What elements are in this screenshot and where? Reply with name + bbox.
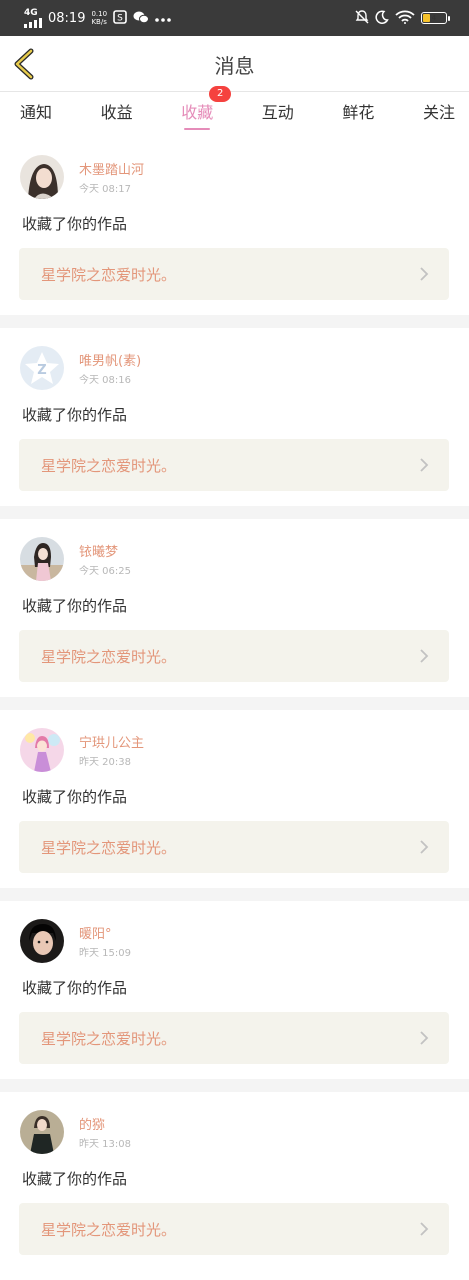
notification-item: Z 唯男帆(素) 今天 08:16 收藏了你的作品 星学院之恋爱时光。 <box>0 328 469 506</box>
action-text: 收藏了你的作品 <box>22 215 128 233</box>
user-name[interactable]: 的猕 <box>79 1114 105 1133</box>
network-type: 4G <box>24 7 38 18</box>
tab-favorites[interactable]: 收藏 2 <box>181 86 232 132</box>
battery-icon: 4 <box>421 12 450 24</box>
chevron-right-icon <box>420 1222 429 1236</box>
tab-earnings[interactable]: 收益 <box>101 92 133 132</box>
divider <box>0 1079 469 1092</box>
divider <box>0 697 469 710</box>
mute-bell-icon <box>355 9 369 27</box>
net-speed-unit: KB/s <box>91 18 107 26</box>
net-speed: 0.10 KB/s <box>91 10 107 26</box>
timestamp: 昨天 20:38 <box>79 757 131 768</box>
work-title: 星学院之恋爱时光。 <box>41 456 177 475</box>
svg-text:S: S <box>118 13 124 23</box>
work-title: 星学院之恋爱时光。 <box>41 838 177 857</box>
work-title: 星学院之恋爱时光。 <box>41 1029 177 1048</box>
avatar[interactable] <box>20 728 64 772</box>
avatar[interactable]: Z <box>20 346 64 390</box>
notification-list: 木墨踏山河 今天 08:17 收藏了你的作品 星学院之恋爱时光。 Z 唯男帆(素… <box>0 137 469 1270</box>
work-link[interactable]: 星学院之恋爱时光。 <box>19 821 449 873</box>
notification-item: 的猕 昨天 13:08 收藏了你的作品 星学院之恋爱时光。 <box>0 1092 469 1270</box>
chevron-right-icon <box>420 458 429 472</box>
app-header: 消息 <box>0 36 469 92</box>
wifi-icon <box>395 10 415 27</box>
action-text: 收藏了你的作品 <box>22 406 128 424</box>
notification-item: 铱曦梦 今天 06:25 收藏了你的作品 星学院之恋爱时光。 <box>0 519 469 697</box>
notification-item: 木墨踏山河 今天 08:17 收藏了你的作品 星学院之恋爱时光。 <box>0 137 469 315</box>
action-text: 收藏了你的作品 <box>22 788 128 806</box>
work-link[interactable]: 星学院之恋爱时光。 <box>19 439 449 491</box>
work-title: 星学院之恋爱时光。 <box>41 1220 177 1239</box>
notification-item: 宁珙儿公主 昨天 20:38 收藏了你的作品 星学院之恋爱时光。 <box>0 710 469 888</box>
action-text: 收藏了你的作品 <box>22 597 128 615</box>
status-bar: 4G 08:19 0.10 KB/s S 4 <box>0 0 469 36</box>
wechat-icon <box>133 10 150 27</box>
chevron-right-icon <box>420 649 429 663</box>
timestamp: 今天 08:17 <box>79 184 131 195</box>
work-title: 星学院之恋爱时光。 <box>41 265 177 284</box>
unread-badge: 2 <box>209 86 232 102</box>
timestamp: 今天 06:25 <box>79 566 131 577</box>
net-speed-value: 0.10 <box>91 10 108 18</box>
avatar[interactable] <box>20 1110 64 1154</box>
work-title: 星学院之恋爱时光。 <box>41 647 177 666</box>
timestamp: 昨天 13:08 <box>79 1139 131 1150</box>
signal-icon: 4G <box>24 7 42 28</box>
user-name[interactable]: 铱曦梦 <box>79 541 118 560</box>
avatar[interactable] <box>20 919 64 963</box>
work-link[interactable]: 星学院之恋爱时光。 <box>19 630 449 682</box>
timestamp: 今天 08:16 <box>79 375 131 386</box>
work-link[interactable]: 星学院之恋爱时光。 <box>19 1012 449 1064</box>
moon-icon <box>375 9 389 27</box>
avatar[interactable] <box>20 537 64 581</box>
chevron-right-icon <box>420 1031 429 1045</box>
user-name[interactable]: 唯男帆(素) <box>79 350 141 369</box>
status-bar-right: 4 <box>355 9 450 27</box>
tab-favorites-label: 收藏 <box>181 103 214 122</box>
notification-item: 暖阳° 昨天 15:09 收藏了你的作品 星学院之恋爱时光。 <box>0 901 469 1079</box>
divider <box>0 506 469 519</box>
divider <box>0 315 469 328</box>
action-text: 收藏了你的作品 <box>22 979 128 997</box>
more-dots-icon <box>155 11 172 25</box>
timestamp: 昨天 15:09 <box>79 948 131 959</box>
user-name[interactable]: 木墨踏山河 <box>79 159 144 178</box>
status-bar-left: 4G 08:19 0.10 KB/s S <box>24 7 172 28</box>
battery-level: 4 <box>431 14 437 22</box>
notification-app-icon: S <box>113 9 128 27</box>
tab-bar: 通知 收益 收藏 2 互动 鲜花 关注 <box>0 86 469 132</box>
chevron-right-icon <box>420 840 429 854</box>
tab-interaction[interactable]: 互动 <box>262 92 294 132</box>
user-name[interactable]: 宁珙儿公主 <box>79 732 144 751</box>
tab-follow[interactable]: 关注 <box>423 92 455 132</box>
avatar[interactable] <box>20 155 64 199</box>
clock: 08:19 <box>48 10 86 26</box>
divider <box>0 888 469 901</box>
work-link[interactable]: 星学院之恋爱时光。 <box>19 1203 449 1255</box>
user-name[interactable]: 暖阳° <box>79 923 112 942</box>
tab-notice[interactable]: 通知 <box>20 92 52 132</box>
action-text: 收藏了你的作品 <box>22 1170 128 1188</box>
work-link[interactable]: 星学院之恋爱时光。 <box>19 248 449 300</box>
page-title: 消息 <box>214 54 255 78</box>
svg-text:Z: Z <box>37 363 46 378</box>
tab-flowers[interactable]: 鲜花 <box>342 92 374 132</box>
chevron-right-icon <box>420 267 429 281</box>
